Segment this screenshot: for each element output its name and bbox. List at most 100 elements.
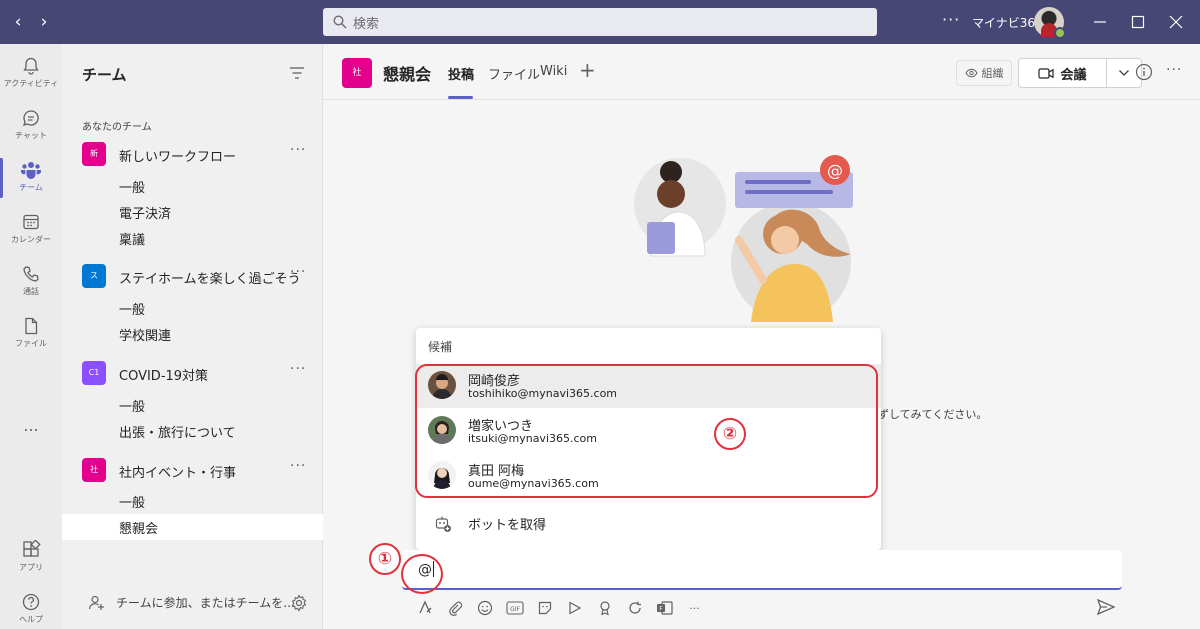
user-avatar[interactable] bbox=[1034, 7, 1066, 39]
gear-icon[interactable] bbox=[290, 594, 308, 612]
team-item[interactable]: 新 新しいワークフロー ··· bbox=[62, 142, 323, 172]
get-bots-label: ボットを取得 bbox=[468, 518, 547, 533]
org-visibility-button[interactable]: 組織 bbox=[956, 60, 1012, 86]
svg-text:GIF: GIF bbox=[510, 606, 520, 613]
app-rail: アクティビティ チャット チーム カレンダー 通話 ファイル ... アプリ ヘ… bbox=[0, 44, 62, 629]
forms-icon[interactable]: F bbox=[655, 599, 674, 618]
meet-now-button[interactable]: 会議 bbox=[1019, 59, 1107, 87]
rail-apps[interactable]: アプリ bbox=[0, 532, 62, 582]
active-tab-indicator bbox=[448, 96, 473, 99]
tab-posts[interactable]: 投稿 bbox=[448, 64, 474, 83]
org-label: 組織 bbox=[981, 67, 1004, 80]
more-icon[interactable]: ··· bbox=[290, 264, 306, 280]
gif-icon[interactable]: GIF bbox=[505, 599, 524, 618]
suggestion-item[interactable]: 真田 阿梅 oume@mynavi365.com bbox=[416, 454, 881, 498]
team-item[interactable]: ス ステイホームを楽しく過ごそう ··· bbox=[62, 264, 323, 294]
rail-label: チーム bbox=[19, 183, 43, 192]
rail-calendar[interactable]: カレンダー bbox=[0, 204, 62, 254]
suggestions-heading: 候補 bbox=[428, 340, 453, 354]
svg-text:@: @ bbox=[827, 161, 843, 180]
more-icon[interactable]: ··· bbox=[290, 142, 306, 158]
welcome-illustration: @ bbox=[634, 155, 853, 322]
rail-label: 通話 bbox=[23, 287, 39, 296]
suggestion-email: toshihiko@mynavi365.com bbox=[468, 387, 618, 400]
meet-now-icon[interactable] bbox=[565, 599, 584, 618]
rail-chat[interactable]: チャット bbox=[0, 100, 62, 150]
team-avatar: C1 bbox=[82, 361, 106, 385]
more-icon[interactable]: ··· bbox=[290, 361, 306, 377]
rail-files[interactable]: ファイル bbox=[0, 308, 62, 358]
maximize-icon[interactable] bbox=[1126, 10, 1150, 34]
more-options-icon[interactable]: ··· bbox=[685, 599, 704, 618]
channel-header: 社 懇親会 投稿 ファイル Wiki + 組織 会議 ··· bbox=[323, 44, 1200, 100]
channel-item[interactable]: 一般 bbox=[119, 396, 145, 415]
channel-item[interactable]: 一般 bbox=[119, 177, 145, 196]
channel-item[interactable]: 学校関連 bbox=[119, 325, 171, 344]
text-caret bbox=[433, 561, 434, 577]
bell-icon bbox=[23, 57, 39, 75]
join-team-label: チームに参加、またはチームを... bbox=[116, 596, 295, 610]
team-avatar: 社 bbox=[82, 458, 106, 482]
team-name: 新しいワークフロー bbox=[119, 150, 237, 165]
annotation-marker-2: ② bbox=[714, 418, 746, 450]
sticker-icon[interactable] bbox=[535, 599, 554, 618]
rail-teams[interactable]: チーム bbox=[0, 152, 62, 202]
info-icon[interactable] bbox=[1135, 63, 1153, 81]
suggestion-email: itsuki@mynavi365.com bbox=[468, 432, 597, 445]
emoji-icon[interactable] bbox=[475, 599, 494, 618]
get-bots-item[interactable]: ボットを取得 bbox=[416, 506, 881, 542]
more-icon[interactable]: ··· bbox=[1166, 62, 1182, 78]
team-item[interactable]: 社 社内イベント・行事 ··· bbox=[62, 458, 323, 488]
annotation-marker-1: ① bbox=[369, 543, 401, 575]
add-tab-icon[interactable]: + bbox=[579, 58, 596, 82]
more-icon[interactable]: ··· bbox=[290, 458, 306, 474]
file-icon bbox=[25, 317, 38, 335]
team-item[interactable]: C1 COVID-19対策 ··· bbox=[62, 361, 323, 391]
phone-icon bbox=[23, 266, 39, 282]
channel-name: 懇親会 bbox=[383, 65, 432, 84]
meet-button[interactable]: 会議 bbox=[1018, 58, 1142, 88]
channel-item[interactable]: 一般 bbox=[119, 299, 145, 318]
close-icon[interactable] bbox=[1164, 10, 1188, 34]
hint-text: ずしてみてください。 bbox=[878, 408, 988, 421]
praise-icon[interactable] bbox=[595, 599, 614, 618]
message-compose-box[interactable]: @ bbox=[402, 550, 1122, 590]
rail-help[interactable]: ヘルプ bbox=[0, 584, 62, 629]
compose-input-text[interactable]: @ bbox=[418, 561, 434, 578]
attach-icon[interactable] bbox=[445, 599, 464, 618]
channel-item-selected[interactable]: 懇親会 bbox=[119, 518, 158, 537]
suggestion-item[interactable]: 増家いつき itsuki@mynavi365.com bbox=[416, 409, 881, 453]
search-input[interactable]: 検索 bbox=[323, 8, 877, 36]
send-icon[interactable] bbox=[1096, 598, 1116, 616]
tab-files[interactable]: ファイル bbox=[488, 64, 540, 83]
rail-label: アクティビティ bbox=[3, 79, 59, 88]
suggestion-item[interactable]: 岡崎俊彦 toshihiko@mynavi365.com bbox=[416, 364, 881, 408]
user-name: マイナビ365 bbox=[972, 16, 1043, 30]
tab-wiki[interactable]: Wiki bbox=[540, 64, 567, 79]
section-heading: あなたのチーム bbox=[82, 122, 152, 133]
channel-item[interactable]: 出張・旅行について bbox=[119, 422, 236, 441]
minimize-icon[interactable] bbox=[1088, 10, 1112, 34]
loop-icon[interactable] bbox=[625, 599, 644, 618]
join-create-team[interactable]: チームに参加、またはチームを... bbox=[62, 584, 323, 624]
channel-item[interactable]: 一般 bbox=[119, 492, 145, 511]
pane-title: チーム bbox=[82, 66, 127, 84]
channel-item[interactable]: 電子決済 bbox=[119, 203, 171, 222]
rail-calls[interactable]: 通話 bbox=[0, 256, 62, 306]
team-name: 社内イベント・行事 bbox=[119, 466, 237, 481]
rail-more-icon[interactable]: ... bbox=[0, 416, 62, 435]
eye-icon bbox=[964, 68, 978, 78]
channel-avatar: 社 bbox=[342, 58, 372, 88]
back-arrow-icon[interactable]: ‹ bbox=[8, 12, 28, 32]
filter-icon[interactable] bbox=[289, 66, 305, 80]
format-icon[interactable] bbox=[415, 599, 434, 618]
more-options-icon[interactable]: ··· bbox=[942, 10, 960, 29]
rail-label: カレンダー bbox=[11, 235, 51, 244]
chevron-down-icon bbox=[1119, 70, 1129, 76]
team-avatar: ス bbox=[82, 264, 106, 288]
svg-text:F: F bbox=[659, 606, 663, 613]
rail-activity[interactable]: アクティビティ bbox=[0, 48, 62, 98]
team-name: COVID-19対策 bbox=[119, 369, 209, 384]
channel-item[interactable]: 稟議 bbox=[119, 229, 145, 248]
forward-arrow-icon[interactable]: › bbox=[34, 12, 54, 32]
